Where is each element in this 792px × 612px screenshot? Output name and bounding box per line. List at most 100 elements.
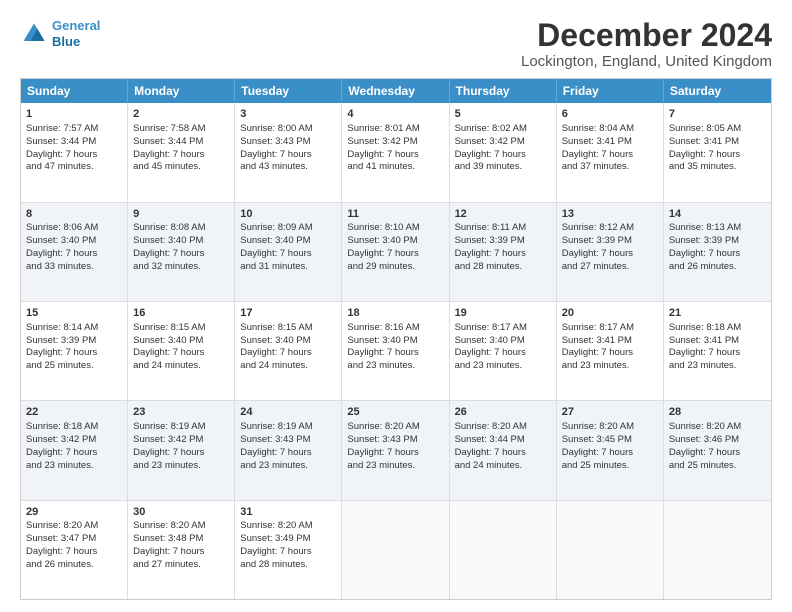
sunset-label: Sunset: 3:43 PM (240, 434, 310, 445)
daylight-value: and 37 minutes. (562, 161, 630, 172)
sunset-label: Sunset: 3:42 PM (26, 434, 96, 445)
calendar-body: 1Sunrise: 7:57 AMSunset: 3:44 PMDaylight… (21, 103, 771, 599)
daylight-label: Daylight: 7 hours (240, 546, 311, 557)
sunset-label: Sunset: 3:41 PM (562, 136, 632, 147)
daylight-label: Daylight: 7 hours (562, 447, 633, 458)
day-cell-5: 5Sunrise: 8:02 AMSunset: 3:42 PMDaylight… (450, 103, 557, 201)
sunset-label: Sunset: 3:40 PM (240, 335, 310, 346)
daylight-label: Daylight: 7 hours (240, 347, 311, 358)
day-cell-3: 3Sunrise: 8:00 AMSunset: 3:43 PMDaylight… (235, 103, 342, 201)
daylight-value: and 23 minutes. (347, 360, 415, 371)
sunrise-label: Sunrise: 8:19 AM (240, 421, 312, 432)
day-number: 15 (26, 306, 122, 321)
day-number: 22 (26, 405, 122, 420)
sunset-label: Sunset: 3:48 PM (133, 533, 203, 544)
day-cell-16: 16Sunrise: 8:15 AMSunset: 3:40 PMDayligh… (128, 302, 235, 400)
daylight-value: and 23 minutes. (455, 360, 523, 371)
daylight-label: Daylight: 7 hours (669, 447, 740, 458)
calendar-row-2: 15Sunrise: 8:14 AMSunset: 3:39 PMDayligh… (21, 302, 771, 401)
day-cell-9: 9Sunrise: 8:08 AMSunset: 3:40 PMDaylight… (128, 203, 235, 301)
day-cell-2: 2Sunrise: 7:58 AMSunset: 3:44 PMDaylight… (128, 103, 235, 201)
day-number: 10 (240, 207, 336, 222)
day-number: 14 (669, 207, 766, 222)
daylight-value: and 31 minutes. (240, 261, 308, 272)
daylight-label: Daylight: 7 hours (562, 149, 633, 160)
sunrise-label: Sunrise: 8:05 AM (669, 123, 741, 134)
day-cell-27: 27Sunrise: 8:20 AMSunset: 3:45 PMDayligh… (557, 401, 664, 499)
sunrise-label: Sunrise: 8:10 AM (347, 222, 419, 233)
daylight-label: Daylight: 7 hours (133, 347, 204, 358)
day-number: 4 (347, 107, 443, 122)
day-cell-10: 10Sunrise: 8:09 AMSunset: 3:40 PMDayligh… (235, 203, 342, 301)
sunset-label: Sunset: 3:40 PM (347, 335, 417, 346)
daylight-value: and 27 minutes. (133, 559, 201, 570)
sunrise-label: Sunrise: 8:20 AM (240, 520, 312, 531)
daylight-value: and 23 minutes. (26, 460, 94, 471)
sunrise-label: Sunrise: 8:12 AM (562, 222, 634, 233)
sunset-label: Sunset: 3:40 PM (455, 335, 525, 346)
day-number: 24 (240, 405, 336, 420)
daylight-label: Daylight: 7 hours (455, 149, 526, 160)
logo-icon (20, 20, 48, 48)
sunset-label: Sunset: 3:40 PM (133, 235, 203, 246)
day-cell-20: 20Sunrise: 8:17 AMSunset: 3:41 PMDayligh… (557, 302, 664, 400)
empty-cell (450, 501, 557, 599)
day-number: 17 (240, 306, 336, 321)
sunset-label: Sunset: 3:41 PM (562, 335, 632, 346)
day-cell-17: 17Sunrise: 8:15 AM Sunset: 3:40 PMDayligh… (235, 302, 342, 400)
sunset-label: Sunset: 3:43 PM (347, 434, 417, 445)
daylight-label: Daylight: 7 hours (240, 447, 311, 458)
daylight-value: and 23 minutes. (669, 360, 737, 371)
daylight-value: and 43 minutes. (240, 161, 308, 172)
sunset-label: Sunset: 3:43 PM (240, 136, 310, 147)
daylight-label: Daylight: 7 hours (455, 447, 526, 458)
sunrise-label: Sunrise: 8:20 AM (455, 421, 527, 432)
day-cell-13: 13Sunrise: 8:12 AMSunset: 3:39 PMDayligh… (557, 203, 664, 301)
daylight-label: Daylight: 7 hours (26, 149, 97, 160)
daylight-label: Daylight: 7 hours (562, 248, 633, 259)
daylight-value: and 28 minutes. (455, 261, 523, 272)
sunset-label: Sunset: 3:39 PM (455, 235, 525, 246)
calendar-row-0: 1Sunrise: 7:57 AMSunset: 3:44 PMDaylight… (21, 103, 771, 202)
day-number: 18 (347, 306, 443, 321)
day-number: 29 (26, 505, 122, 520)
day-cell-8: 8Sunrise: 8:06 AMSunset: 3:40 PMDaylight… (21, 203, 128, 301)
daylight-value: and 23 minutes. (133, 460, 201, 471)
sunrise-label: Sunrise: 8:13 AM (669, 222, 741, 233)
daylight-value: and 23 minutes. (347, 460, 415, 471)
daylight-value: and 24 minutes. (240, 360, 308, 371)
daylight-label: Daylight: 7 hours (133, 546, 204, 557)
day-cell-23: 23Sunrise: 8:19 AMSunset: 3:42 PMDayligh… (128, 401, 235, 499)
sunrise-label: Sunrise: 8:20 AM (133, 520, 205, 531)
day-cell-14: 14Sunrise: 8:13 AMSunset: 3:39 PMDayligh… (664, 203, 771, 301)
sunset-label: Sunset: 3:47 PM (26, 533, 96, 544)
sunrise-label: Sunrise: 8:15 AM (240, 322, 312, 333)
daylight-value: and 47 minutes. (26, 161, 94, 172)
day-number: 9 (133, 207, 229, 222)
daylight-label: Daylight: 7 hours (26, 347, 97, 358)
header-day-tuesday: Tuesday (235, 79, 342, 103)
page: General Blue December 2024 Lockington, E… (0, 0, 792, 612)
sunrise-label: Sunrise: 7:58 AM (133, 123, 205, 134)
day-number: 7 (669, 107, 766, 122)
title-area: December 2024 Lockington, England, Unite… (521, 18, 772, 70)
header-day-sunday: Sunday (21, 79, 128, 103)
day-cell-4: 4Sunrise: 8:01 AMSunset: 3:42 PMDaylight… (342, 103, 449, 201)
day-number: 27 (562, 405, 658, 420)
day-cell-24: 24Sunrise: 8:19 AM Sunset: 3:43 PM Dayligh… (235, 401, 342, 499)
day-number: 6 (562, 107, 658, 122)
day-number: 19 (455, 306, 551, 321)
subtitle: Lockington, England, United Kingdom (521, 53, 772, 70)
day-cell-25: 25Sunrise: 8:20 AMSunset: 3:43 PMDayligh… (342, 401, 449, 499)
daylight-value: and 28 minutes. (240, 559, 308, 570)
header-day-saturday: Saturday (664, 79, 771, 103)
sunset-label: Sunset: 3:42 PM (133, 434, 203, 445)
sunset-label: Sunset: 3:39 PM (669, 235, 739, 246)
daylight-value: and 24 minutes. (133, 360, 201, 371)
header: General Blue December 2024 Lockington, E… (20, 18, 772, 70)
sunrise-label: Sunrise: 8:11 AM (455, 222, 527, 233)
main-title: December 2024 (521, 18, 772, 53)
day-number: 20 (562, 306, 658, 321)
day-cell-26: 26Sunrise: 8:20 AMSunset: 3:44 PMDayligh… (450, 401, 557, 499)
sunrise-label: Sunrise: 7:57 AM (26, 123, 98, 134)
